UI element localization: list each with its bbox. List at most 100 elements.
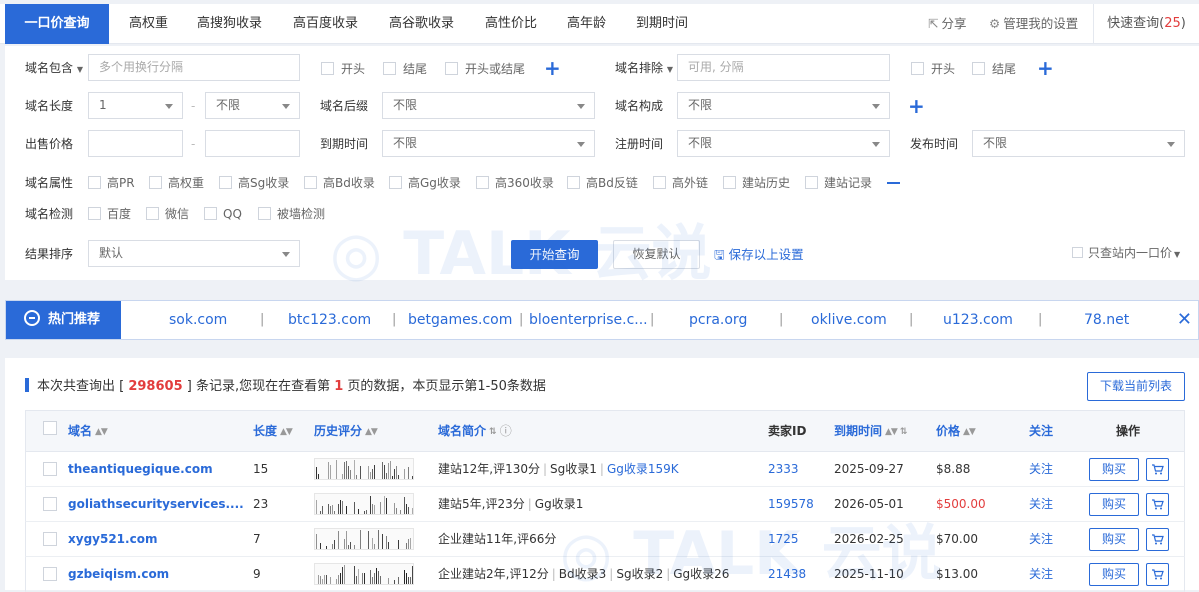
col-expire[interactable]: 到期时间 ▲▼ ⇅	[834, 411, 907, 451]
row-checkbox[interactable]	[43, 462, 57, 476]
hot-domain-link[interactable]: pcra.org	[689, 301, 747, 339]
col-domain[interactable]: 域名 ▲▼	[68, 411, 108, 451]
tab-expire-time[interactable]: 到期时间	[636, 4, 688, 44]
reg-select[interactable]: 不限	[677, 130, 890, 157]
manage-settings-link[interactable]: ⚙ 管理我的设置	[989, 4, 1078, 44]
include-input[interactable]: 多个用换行分隔	[88, 54, 300, 81]
seller-id-link[interactable]: 21438	[768, 557, 806, 591]
length-min-select[interactable]: 1	[88, 92, 183, 119]
col-price[interactable]: 价格 ▲▼	[936, 411, 976, 451]
publish-select[interactable]: 不限	[972, 130, 1185, 157]
hot-domain-link[interactable]: u123.com	[943, 301, 1013, 339]
history-bar	[316, 500, 317, 514]
domain-link[interactable]: xygy521.com	[68, 522, 248, 556]
attr-checkbox[interactable]	[149, 176, 162, 189]
attr-checkbox[interactable]	[567, 176, 580, 189]
collapse-icon[interactable]	[887, 182, 900, 184]
search-button[interactable]: 开始查询	[511, 240, 598, 269]
cart-icon[interactable]	[1146, 493, 1169, 516]
cart-icon[interactable]	[1146, 528, 1169, 551]
detect-checkbox[interactable]	[258, 207, 271, 220]
follow-link[interactable]: 关注	[1029, 522, 1053, 556]
attr-checkbox[interactable]	[476, 176, 489, 189]
row-checkbox[interactable]	[43, 497, 57, 511]
tab-high-age[interactable]: 高年龄	[567, 4, 606, 44]
length-max-select[interactable]: 不限	[205, 92, 300, 119]
hot-domain-link[interactable]: 78.net	[1084, 301, 1129, 339]
quick-search-button[interactable]: 快速查询(25)	[1093, 4, 1199, 44]
row-checkbox[interactable]	[43, 567, 57, 581]
include-add-icon[interactable]: +	[544, 58, 561, 78]
suffix-select[interactable]: 不限	[382, 92, 595, 119]
detect-checkbox[interactable]	[204, 207, 217, 220]
attr-checkbox[interactable]	[219, 176, 232, 189]
history-bar	[344, 539, 345, 549]
expire-select[interactable]: 不限	[382, 130, 595, 157]
close-icon[interactable]: ✕	[1177, 301, 1192, 339]
attr-checkbox[interactable]	[653, 176, 666, 189]
compose-select[interactable]: 不限	[677, 92, 890, 119]
col-history[interactable]: 历史评分 ▲▼	[314, 411, 378, 451]
hot-domain-link[interactable]: oklive.com	[811, 301, 887, 339]
save-settings-link[interactable]: 🖫 保存以上设置	[714, 240, 804, 269]
domain-link[interactable]: theantiquegique.com	[68, 452, 248, 486]
exclude-end-checkbox[interactable]	[972, 62, 985, 75]
reset-button[interactable]: 恢复默认	[613, 240, 700, 269]
seller-id-link[interactable]: 159578	[768, 487, 814, 521]
tab-high-sogou[interactable]: 高搜狗收录	[197, 4, 262, 44]
col-intro[interactable]: 域名简介 ⇅ ⓘ	[438, 411, 512, 451]
sort-icon: ▲▼	[963, 427, 976, 437]
select-all-checkbox[interactable]	[43, 421, 57, 435]
attr-checkbox[interactable]	[88, 176, 101, 189]
only-site-checkbox[interactable]	[1072, 247, 1083, 258]
tab-high-weight[interactable]: 高权重	[129, 4, 168, 44]
share-link[interactable]: ⇱ 分享	[928, 4, 967, 44]
seller-id-link[interactable]: 2333	[768, 452, 799, 486]
tab-high-baidu[interactable]: 高百度收录	[293, 4, 358, 44]
attr-checkbox[interactable]	[723, 176, 736, 189]
col-length[interactable]: 长度 ▲▼	[253, 411, 293, 451]
exclude-input[interactable]: 可用, 分隔	[677, 54, 890, 81]
attr-checkbox[interactable]	[389, 176, 402, 189]
exclude-add-icon[interactable]: +	[1037, 58, 1054, 78]
row-checkbox[interactable]	[43, 532, 57, 546]
buy-button[interactable]: 购买	[1089, 528, 1139, 551]
hot-domain-link[interactable]: btc123.com	[288, 301, 371, 339]
seller-id-link[interactable]: 1725	[768, 522, 799, 556]
exclude-start-checkbox[interactable]	[911, 62, 924, 75]
hot-domain-link[interactable]: betgames.com	[408, 301, 512, 339]
compose-add-icon[interactable]: +	[908, 96, 925, 116]
cart-icon[interactable]	[1146, 458, 1169, 481]
include-start-checkbox[interactable]	[321, 62, 334, 75]
domain-link[interactable]: goliathsecurityservices....	[68, 487, 248, 521]
tab-fixed-price-search[interactable]: 一口价查询	[5, 4, 109, 44]
tab-high-google[interactable]: 高谷歌收录	[389, 4, 454, 44]
buy-button[interactable]: 购买	[1089, 458, 1139, 481]
include-end-checkbox[interactable]	[383, 62, 396, 75]
domain-link[interactable]: gzbeiqism.com	[68, 557, 248, 591]
detect-checkbox[interactable]	[146, 207, 159, 220]
price-min-input[interactable]	[88, 130, 183, 157]
hot-domain-link[interactable]: sok.com	[169, 301, 227, 339]
follow-link[interactable]: 关注	[1029, 487, 1053, 521]
history-bar	[360, 530, 361, 549]
include-label[interactable]: 域名包含 ▼	[25, 54, 83, 82]
follow-link[interactable]: 关注	[1029, 557, 1053, 591]
exclude-label[interactable]: 域名排除 ▼	[615, 54, 673, 82]
buy-button[interactable]: 购买	[1089, 563, 1139, 586]
tab-high-value[interactable]: 高性价比	[485, 4, 537, 44]
attr-checkbox[interactable]	[805, 176, 818, 189]
cart-icon[interactable]	[1146, 563, 1169, 586]
hot-domain-link[interactable]: bloenterprise.c...	[529, 301, 648, 339]
buy-button[interactable]: 购买	[1089, 493, 1139, 516]
include-either-checkbox[interactable]	[445, 62, 458, 75]
detect-checkbox[interactable]	[88, 207, 101, 220]
price: $13.00	[936, 567, 978, 581]
separator: |	[650, 312, 655, 327]
download-list-button[interactable]: 下载当前列表	[1087, 372, 1185, 401]
price-max-input[interactable]	[205, 130, 300, 157]
sort-select[interactable]: 默认	[88, 240, 300, 267]
attr-checkbox[interactable]	[304, 176, 317, 189]
follow-link[interactable]: 关注	[1029, 452, 1053, 486]
only-site-fixed-price-toggle[interactable]: 只查站内一口价 ▼	[1072, 244, 1180, 264]
